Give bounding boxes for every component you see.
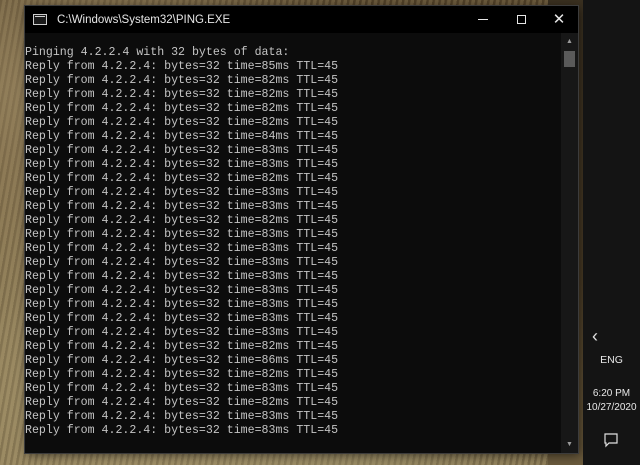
minimize-button[interactable]	[464, 6, 502, 33]
ping-reply-line: Reply from 4.2.2.4: bytes=32 time=83ms T…	[25, 144, 339, 157]
ping-reply-line: Reply from 4.2.2.4: bytes=32 time=83ms T…	[25, 312, 339, 325]
ping-reply-line: Reply from 4.2.2.4: bytes=32 time=83ms T…	[25, 228, 339, 241]
window-controls: ✕	[464, 6, 578, 33]
title-bar[interactable]: C:\Windows\System32\PING.EXE ✕	[25, 6, 578, 33]
ping-reply-line: Reply from 4.2.2.4: bytes=32 time=83ms T…	[25, 256, 339, 269]
scroll-up-arrow-icon[interactable]: ▲	[561, 33, 578, 50]
ping-reply-line: Reply from 4.2.2.4: bytes=32 time=82ms T…	[25, 88, 339, 101]
input-language[interactable]: ENG	[583, 354, 640, 366]
ping-reply-line: Reply from 4.2.2.4: bytes=32 time=83ms T…	[25, 158, 339, 171]
minimize-icon	[478, 19, 488, 20]
ping-reply-line: Reply from 4.2.2.4: bytes=32 time=83ms T…	[25, 200, 339, 213]
close-icon: ✕	[552, 11, 566, 28]
ping-reply-line: Reply from 4.2.2.4: bytes=32 time=82ms T…	[25, 74, 339, 87]
ping-reply-line: Reply from 4.2.2.4: bytes=32 time=82ms T…	[25, 340, 339, 353]
ping-reply-line: Reply from 4.2.2.4: bytes=32 time=83ms T…	[25, 270, 339, 283]
scroll-thumb[interactable]	[564, 51, 575, 67]
ping-reply-line: Reply from 4.2.2.4: bytes=32 time=84ms T…	[25, 130, 339, 143]
maximize-icon	[516, 15, 526, 24]
ping-reply-line: Reply from 4.2.2.4: bytes=32 time=82ms T…	[25, 102, 339, 115]
ping-reply-line: Reply from 4.2.2.4: bytes=32 time=83ms T…	[25, 242, 339, 255]
ping-reply-line: Reply from 4.2.2.4: bytes=32 time=83ms T…	[25, 424, 339, 437]
ping-reply-line: Reply from 4.2.2.4: bytes=32 time=82ms T…	[25, 172, 339, 185]
clock-date[interactable]: 10/27/2020	[583, 402, 640, 413]
ping-reply-line: Reply from 4.2.2.4: bytes=32 time=83ms T…	[25, 186, 339, 199]
ping-reply-line: Reply from 4.2.2.4: bytes=32 time=83ms T…	[25, 284, 339, 297]
ping-reply-line: Reply from 4.2.2.4: bytes=32 time=86ms T…	[25, 354, 339, 367]
maximize-button[interactable]	[502, 6, 540, 33]
console-output[interactable]: Pinging 4.2.2.4 with 32 bytes of data: Re…	[25, 46, 561, 446]
close-button[interactable]: ✕	[540, 6, 578, 33]
clock-time[interactable]: 6:20 PM	[583, 388, 640, 399]
ping-reply-line: Reply from 4.2.2.4: bytes=32 time=82ms T…	[25, 214, 339, 227]
scroll-down-arrow-icon[interactable]: ▼	[561, 436, 578, 453]
console-app-icon	[33, 14, 47, 25]
ping-reply-line: Reply from 4.2.2.4: bytes=32 time=82ms T…	[25, 396, 339, 409]
ping-header-line: Pinging 4.2.2.4 with 32 bytes of data:	[25, 46, 290, 59]
ping-reply-line: Reply from 4.2.2.4: bytes=32 time=83ms T…	[25, 326, 339, 339]
ping-console-window[interactable]: C:\Windows\System32\PING.EXE ✕ Pinging 4…	[25, 6, 578, 453]
ping-reply-line: Reply from 4.2.2.4: bytes=32 time=83ms T…	[25, 298, 339, 311]
ping-reply-line: Reply from 4.2.2.4: bytes=32 time=85ms T…	[25, 60, 339, 73]
ping-reply-line: Reply from 4.2.2.4: bytes=32 time=83ms T…	[25, 410, 339, 423]
chevron-left-icon[interactable]: ‹	[583, 322, 607, 350]
ping-reply-line: Reply from 4.2.2.4: bytes=32 time=83ms T…	[25, 382, 339, 395]
vertical-scrollbar[interactable]: ▲ ▼	[561, 33, 578, 453]
window-title: C:\Windows\System32\PING.EXE	[57, 13, 231, 26]
ping-reply-line: Reply from 4.2.2.4: bytes=32 time=82ms T…	[25, 116, 339, 129]
action-center-icon[interactable]	[601, 430, 621, 450]
taskbar: ‹ ENG 6:20 PM 10/27/2020	[583, 0, 640, 465]
ping-reply-line: Reply from 4.2.2.4: bytes=32 time=82ms T…	[25, 368, 339, 381]
